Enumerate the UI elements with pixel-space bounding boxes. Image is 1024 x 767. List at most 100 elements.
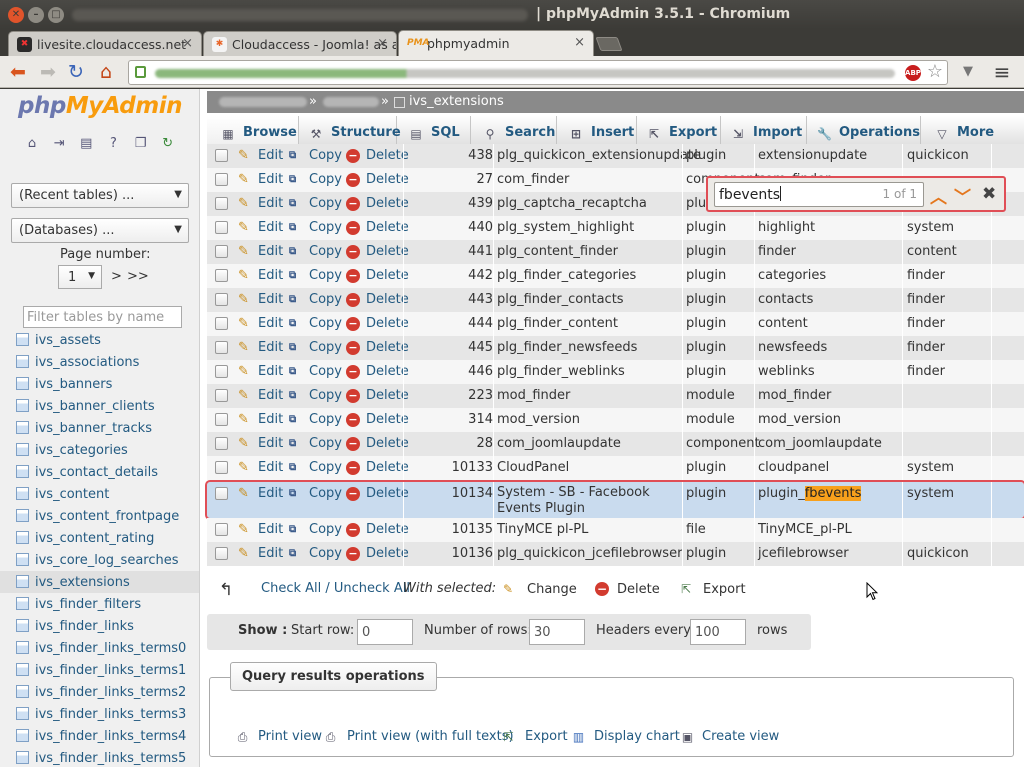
delete-icon[interactable]: − <box>346 365 360 379</box>
recent-tables-select[interactable]: (Recent tables) ... ▼ <box>11 183 189 208</box>
edit-link[interactable]: Edit <box>258 546 283 561</box>
copy-icon[interactable]: ⧉ <box>289 523 304 537</box>
tab-cloudaccess[interactable]: ✱ Cloudaccess - Joomla! as a × <box>203 31 397 56</box>
row-checkbox[interactable] <box>215 341 228 354</box>
sidebar-table-item[interactable]: ivs_core_log_searches <box>0 549 199 571</box>
copy-link[interactable]: Copy <box>309 316 342 331</box>
copy-icon[interactable]: ⧉ <box>289 317 304 331</box>
edit-link[interactable]: Edit <box>258 436 283 451</box>
pencil-icon[interactable]: ✎ <box>238 245 252 259</box>
copy-icon[interactable]: ⧉ <box>289 221 304 235</box>
close-icon[interactable]: ✖ <box>982 184 996 204</box>
edit-link[interactable]: Edit <box>258 244 283 259</box>
sidebar-table-item[interactable]: ivs_banner_tracks <box>0 417 199 439</box>
sidebar-table-item[interactable]: ivs_extensions <box>0 571 199 593</box>
address-bar[interactable]: ABP ☆ <box>128 60 948 85</box>
pencil-icon[interactable]: ✎ <box>238 547 252 561</box>
copy-link[interactable]: Copy <box>309 412 342 427</box>
sidebar-table-item[interactable]: ivs_finder_filters <box>0 593 199 615</box>
copy-icon[interactable]: ⧉ <box>289 293 304 307</box>
pencil-icon[interactable]: ✎ <box>238 389 252 403</box>
delete-icon[interactable]: − <box>346 221 360 235</box>
create-view-link[interactable]: Create view <box>702 729 779 744</box>
delete-icon[interactable]: − <box>346 173 360 187</box>
pencil-icon[interactable]: ✎ <box>238 317 252 331</box>
find-next-icon[interactable]: ﹀ <box>954 183 971 208</box>
tab-close-icon[interactable]: × <box>377 36 388 51</box>
print-view-link[interactable]: Print view <box>258 729 322 744</box>
page-number-select[interactable]: 1 ▼ <box>58 265 102 289</box>
edit-link[interactable]: Edit <box>258 220 283 235</box>
pencil-icon[interactable]: ✎ <box>238 365 252 379</box>
blurred-database-name[interactable] <box>323 97 379 107</box>
row-checkbox[interactable] <box>215 547 228 560</box>
pencil-icon[interactable]: ✎ <box>238 487 252 501</box>
copy-icon[interactable]: ⧉ <box>289 149 304 163</box>
display-chart-link[interactable]: Display chart <box>594 729 680 744</box>
row-checkbox[interactable] <box>215 269 228 282</box>
copy-icon[interactable]: ⧉ <box>289 389 304 403</box>
row-checkbox[interactable] <box>215 197 228 210</box>
sidebar-table-item[interactable]: ivs_finder_links_terms2 <box>0 681 199 703</box>
logout-icon[interactable]: ⇥ <box>51 136 67 152</box>
sidebar-table-item[interactable]: ivs_contact_details <box>0 461 199 483</box>
reload-icon[interactable]: ↻ <box>160 136 176 152</box>
sidebar-table-item[interactable]: ivs_finder_links_terms3 <box>0 703 199 725</box>
copy-link[interactable]: Copy <box>309 148 342 163</box>
delete-icon[interactable]: − <box>346 341 360 355</box>
copy-icon[interactable]: ⧉ <box>289 173 304 187</box>
pencil-icon[interactable]: ✎ <box>238 413 252 427</box>
window-minimize-icon[interactable]: – <box>28 7 44 23</box>
back-arrow-icon[interactable]: ⬅ <box>6 60 30 84</box>
delete-icon[interactable]: − <box>346 149 360 163</box>
delete-icon[interactable]: − <box>346 317 360 331</box>
copy-link[interactable]: Copy <box>309 292 342 307</box>
row-checkbox[interactable] <box>215 317 228 330</box>
tab-livesite[interactable]: ✖ livesite.cloudaccess.net × <box>8 31 202 56</box>
tab-close-icon[interactable]: × <box>182 36 193 51</box>
pencil-icon[interactable]: ✎ <box>238 341 252 355</box>
phpmyadmin-logo[interactable]: phpMyAdmin <box>18 93 182 119</box>
edit-link[interactable]: Edit <box>258 316 283 331</box>
delete-icon[interactable]: − <box>346 547 360 561</box>
pencil-icon[interactable]: ✎ <box>238 523 252 537</box>
delete-icon[interactable]: − <box>346 293 360 307</box>
copy-icon[interactable]: ⧉ <box>289 365 304 379</box>
copy-icon[interactable]: ⧉ <box>289 487 304 501</box>
row-checkbox[interactable] <box>215 389 228 402</box>
sidebar-table-item[interactable]: ivs_banner_clients <box>0 395 199 417</box>
menu-icon[interactable]: ≡ <box>990 60 1014 84</box>
home-icon[interactable]: ⌂ <box>94 60 118 84</box>
row-checkbox[interactable] <box>215 149 228 162</box>
sidebar-table-item[interactable]: ivs_finder_links_terms5 <box>0 747 199 767</box>
forward-arrow-icon[interactable]: ➡ <box>36 60 60 84</box>
delete-icon[interactable]: − <box>346 487 360 501</box>
row-checkbox[interactable] <box>215 221 228 234</box>
sidebar-table-item[interactable]: ivs_banners <box>0 373 199 395</box>
breadcrumb-table[interactable]: ivs_extensions <box>409 94 504 109</box>
pencil-icon[interactable]: ✎ <box>238 461 252 475</box>
delete-icon[interactable]: − <box>346 437 360 451</box>
edit-link[interactable]: Edit <box>258 172 283 187</box>
copy-icon[interactable]: ⧉ <box>289 197 304 211</box>
pencil-icon[interactable]: ✎ <box>238 197 252 211</box>
delete-icon[interactable]: − <box>346 245 360 259</box>
row-checkbox[interactable] <box>215 487 228 500</box>
copy-icon[interactable]: ⧉ <box>289 437 304 451</box>
delete-icon[interactable]: − <box>346 269 360 283</box>
edit-link[interactable]: Edit <box>258 196 283 211</box>
copy-link[interactable]: Copy <box>309 546 342 561</box>
bulk-export-button[interactable]: Export <box>703 582 746 597</box>
row-checkbox[interactable] <box>215 173 228 186</box>
copy-link[interactable]: Copy <box>309 244 342 259</box>
databases-select[interactable]: (Databases) ... ▼ <box>11 218 189 243</box>
copy-link[interactable]: Copy <box>309 196 342 211</box>
row-checkbox[interactable] <box>215 413 228 426</box>
next-page-link[interactable]: > <box>111 269 122 284</box>
pencil-icon[interactable]: ✎ <box>238 269 252 283</box>
sidebar-table-item[interactable]: ivs_content <box>0 483 199 505</box>
copy-icon[interactable]: ⧉ <box>289 461 304 475</box>
sidebar-table-item[interactable]: ivs_finder_links <box>0 615 199 637</box>
sidebar-table-item[interactable]: ivs_assets <box>0 329 199 351</box>
export-link[interactable]: Export <box>525 729 568 744</box>
